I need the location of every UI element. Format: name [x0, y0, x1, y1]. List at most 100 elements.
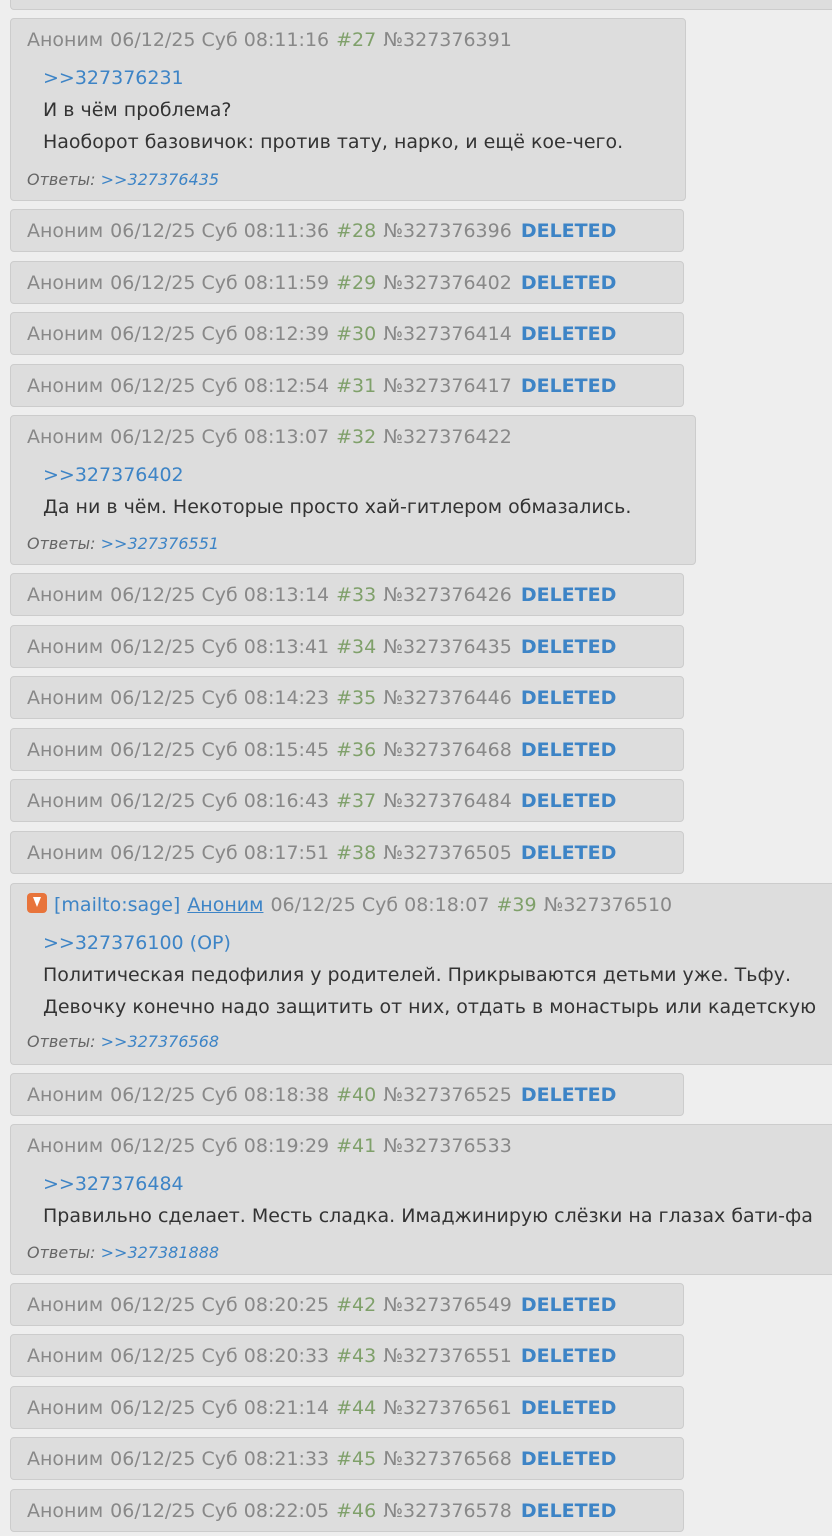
post-id[interactable]: №327376422 — [383, 426, 512, 448]
post-date: 06/12/25 Суб 08:18:38 — [110, 1084, 330, 1106]
deleted-post: Аноним 06/12/25 Суб 08:21:33 #45 №327376568… — [10, 1437, 684, 1480]
reply-link[interactable]: >>327376402 — [43, 459, 631, 491]
post-number[interactable]: #28 — [336, 220, 376, 242]
post-author: Аноним — [27, 375, 104, 397]
post-date: 06/12/25 Суб 08:19:29 — [110, 1135, 330, 1157]
post-date: 06/12/25 Суб 08:21:14 — [110, 1397, 330, 1419]
post-number[interactable]: #45 — [336, 1448, 376, 1470]
post-number[interactable]: #27 — [336, 29, 376, 51]
post-number[interactable]: #40 — [336, 1084, 376, 1106]
post-number[interactable]: #31 — [336, 375, 376, 397]
reply-link[interactable]: >>327376231 — [43, 62, 623, 94]
post-number[interactable]: #36 — [336, 739, 376, 761]
post-details: Аноним 06/12/25 Суб 08:14:23 #35 №327376446… — [27, 686, 623, 710]
post-number[interactable]: #39 — [496, 894, 536, 916]
post-id[interactable]: №327376533 — [383, 1135, 512, 1157]
reply-backlink[interactable]: >>327376568 — [101, 1032, 219, 1051]
post-id[interactable]: №327376578 — [383, 1500, 512, 1522]
post-id[interactable]: №327376417 — [383, 375, 512, 397]
post-id[interactable]: №327376396 — [383, 220, 512, 242]
post-details: Аноним 06/12/25 Суб 08:13:07 #32 №327376422 — [27, 425, 519, 449]
post-id[interactable]: №327376561 — [383, 1397, 512, 1419]
reply-link[interactable]: >>327376484 — [43, 1168, 813, 1200]
deleted-post: Аноним 06/12/25 Суб 08:20:25 #42 №327376549… — [10, 1283, 684, 1326]
replies-label: Ответы: — [27, 1243, 96, 1262]
post-author: Аноним — [27, 220, 104, 242]
post-details: Аноним 06/12/25 Суб 08:13:41 #34 №327376435… — [27, 635, 623, 659]
post-id[interactable]: №327376484 — [383, 790, 512, 812]
post-email[interactable]: [mailto:sage] — [54, 894, 180, 916]
post-body: >>327376231 И в чём проблема? Наоборот б… — [43, 62, 623, 158]
post-author: Аноним — [27, 426, 104, 448]
reply-backlink[interactable]: >>327376551 — [101, 534, 219, 553]
post-author: Аноним — [27, 842, 104, 864]
deleted-post: Аноним 06/12/25 Суб 08:16:43 #37 №327376484… — [10, 779, 684, 822]
post-id[interactable]: №327376551 — [383, 1345, 512, 1367]
post-replies: Ответы: >>327381888 — [27, 1243, 219, 1262]
post-id[interactable]: №327376402 — [383, 272, 512, 294]
post-id[interactable]: №327376468 — [383, 739, 512, 761]
post-id[interactable]: №327376446 — [383, 687, 512, 709]
post-number[interactable]: #37 — [336, 790, 376, 812]
deleted-post: Аноним 06/12/25 Суб 08:15:45 #36 №327376468… — [10, 728, 684, 771]
deleted-label: DELETED — [520, 1294, 617, 1316]
post-id[interactable]: №327376435 — [383, 636, 512, 658]
post-number[interactable]: #35 — [336, 687, 376, 709]
post-details: Аноним 06/12/25 Суб 08:12:54 #31 №327376417… — [27, 374, 623, 398]
post-id[interactable]: №327376414 — [383, 323, 512, 345]
deleted-post: Аноним 06/12/25 Суб 08:20:33 #43 №327376551… — [10, 1334, 684, 1377]
post-author[interactable]: Аноним — [187, 894, 263, 916]
post-id[interactable]: №327376568 — [383, 1448, 512, 1470]
deleted-label: DELETED — [520, 1448, 617, 1470]
deleted-label: DELETED — [520, 220, 617, 242]
post-date: 06/12/25 Суб 08:16:43 — [110, 790, 330, 812]
post-id[interactable]: №327376549 — [383, 1294, 512, 1316]
post-number[interactable]: #33 — [336, 584, 376, 606]
replies-label: Ответы: — [27, 1032, 96, 1051]
post-id[interactable]: №327376525 — [383, 1084, 512, 1106]
post-text-line: Девочку конечно надо защитить от них, от… — [43, 996, 817, 1018]
post-date: 06/12/25 Суб 08:18:07 — [270, 894, 490, 916]
post-body: >>327376402 Да ни в чём. Некоторые прост… — [43, 459, 631, 523]
reply-link[interactable]: >>327376100 (OP) — [43, 927, 816, 959]
replies-label: Ответы: — [27, 170, 96, 189]
deleted-label: DELETED — [520, 842, 617, 864]
post-number[interactable]: #29 — [336, 272, 376, 294]
deleted-post: Аноним 06/12/25 Суб 08:18:38 #40 №327376525… — [10, 1073, 684, 1116]
post-author: Аноним — [27, 739, 104, 761]
post-id[interactable]: №327376391 — [383, 29, 512, 51]
post-details: [mailto:sage] Аноним 06/12/25 Суб 08:18:07… — [27, 893, 679, 917]
post-number[interactable]: #30 — [336, 323, 376, 345]
reply-backlink[interactable]: >>327376435 — [101, 170, 219, 189]
post-author: Аноним — [27, 1345, 104, 1367]
post-date: 06/12/25 Суб 08:11:36 — [110, 220, 330, 242]
post-number[interactable]: #41 — [336, 1135, 376, 1157]
reply-backlink[interactable]: >>327381888 — [101, 1243, 219, 1262]
post-number[interactable]: #42 — [336, 1294, 376, 1316]
post-details: Аноним 06/12/25 Суб 08:22:05 #46 №327376578… — [27, 1499, 623, 1523]
post-date: 06/12/25 Суб 08:20:33 — [110, 1345, 330, 1367]
post-number[interactable]: #38 — [336, 842, 376, 864]
deleted-label: DELETED — [520, 790, 617, 812]
post-text-line: И в чём проблема? — [43, 99, 232, 121]
post-details: Аноним 06/12/25 Суб 08:20:25 #42 №327376549… — [27, 1293, 623, 1317]
post-replies: Ответы: >>327376568 — [27, 1032, 219, 1051]
post-number[interactable]: #46 — [336, 1500, 376, 1522]
post-id[interactable]: №327376426 — [383, 584, 512, 606]
post-date: 06/12/25 Суб 08:14:23 — [110, 687, 330, 709]
post-id[interactable]: №327376510 — [544, 894, 673, 916]
post-id[interactable]: №327376505 — [383, 842, 512, 864]
post-author: Аноним — [27, 272, 104, 294]
post-number[interactable]: #32 — [336, 426, 376, 448]
post-number[interactable]: #43 — [336, 1345, 376, 1367]
post-number[interactable]: #44 — [336, 1397, 376, 1419]
post-replies: Ответы: >>327376551 — [27, 534, 219, 553]
post-number[interactable]: #34 — [336, 636, 376, 658]
deleted-label: DELETED — [520, 323, 617, 345]
post: [mailto:sage] Аноним 06/12/25 Суб 08:18:07… — [10, 883, 832, 1065]
deleted-post: Аноним 06/12/25 Суб 08:21:14 #44 №327376561… — [10, 1386, 684, 1429]
post-text-line: Наоборот базовичок: против тату, нарко, … — [43, 131, 624, 153]
post-top-partial — [10, 0, 832, 10]
post-details: Аноним 06/12/25 Суб 08:18:38 #40 №327376525… — [27, 1083, 623, 1107]
deleted-post: Аноним 06/12/25 Суб 08:12:39 #30 №327376414… — [10, 312, 684, 355]
